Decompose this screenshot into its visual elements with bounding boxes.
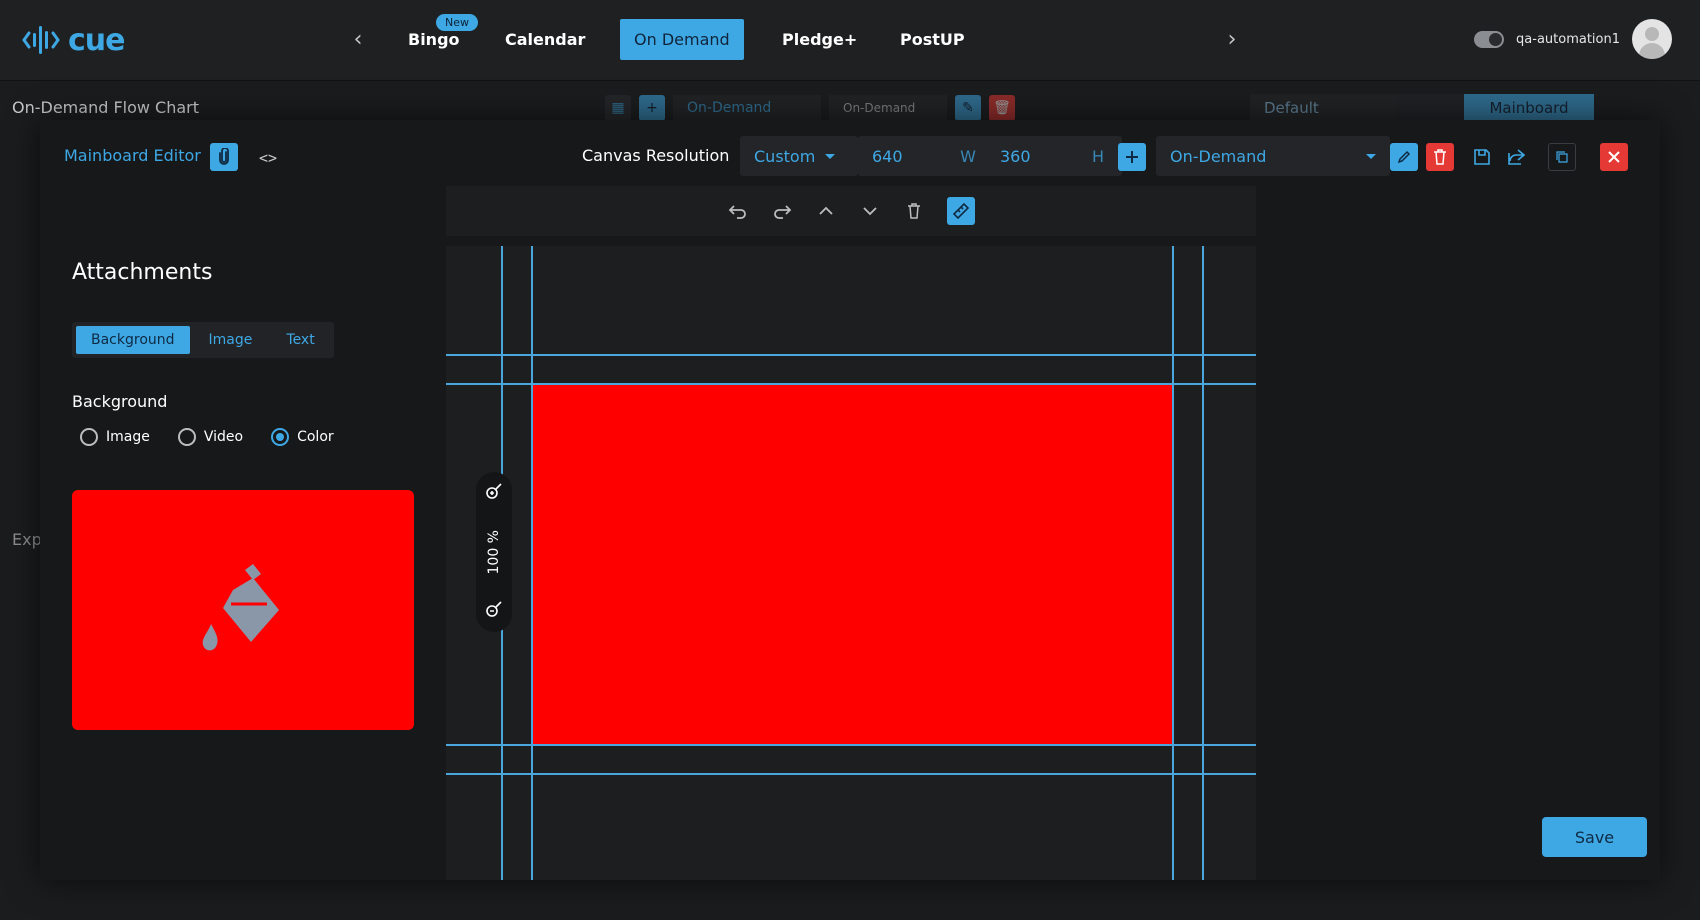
close-button[interactable] [1600,143,1628,171]
attachments-heading: Attachments [72,260,213,285]
mainboard-editor-title[interactable]: Mainboard Editor [64,146,201,165]
radio-color-label: Color [297,429,334,445]
trash-icon [1434,149,1446,165]
color-preview-swatch[interactable] [72,490,414,730]
canvas-background[interactable] [532,385,1172,745]
radio-image-label: Image [106,429,150,445]
background-flow-select: On-Demand [673,95,821,121]
radio-color[interactable]: Color [271,428,334,446]
background-mainboard-button: Mainboard [1464,94,1594,122]
share-icon [1508,149,1526,165]
chevron-up-icon[interactable] [815,200,837,222]
edit-button[interactable] [1390,143,1418,171]
canvas-width-value: 640 [872,146,903,166]
trash-icon[interactable] [903,200,925,222]
guide-line-vertical[interactable] [531,246,533,880]
paperclip-icon [219,148,229,165]
copy-icon [1556,151,1568,163]
nav-prev-arrow-icon[interactable]: ‹ [348,28,368,52]
guide-line-horizontal[interactable] [446,354,1256,356]
avatar[interactable] [1632,19,1672,59]
tab-text[interactable]: Text [271,326,329,354]
background-toolbar: ▦ + On-Demand On-Demand ✎ 🗑 [605,94,1015,122]
top-navigation: cue ‹ New Bingo Calendar On Demand Pledg… [0,0,1700,81]
nav-next-arrow-icon[interactable]: › [1222,28,1242,52]
canvas-height-value: 360 [1000,146,1031,166]
add-button[interactable] [1118,143,1146,171]
close-icon [1608,151,1620,163]
theme-toggle[interactable] [1474,30,1505,48]
grid-icon: ▦ [605,95,631,121]
tab-postup[interactable]: PostUP [900,19,965,60]
code-icon[interactable]: <> [256,146,280,170]
radio-video-circle[interactable] [177,428,196,446]
canvas-width-input[interactable]: 640 W [858,136,994,176]
pencil-icon [1397,150,1411,164]
zoom-control: 100 % [476,472,512,632]
background-flow-select-2: On-Demand [829,95,947,121]
canvas-height-input[interactable]: 360 H [986,136,1122,176]
resolution-preset-value: Custom [754,146,816,166]
undo-icon[interactable] [727,200,749,222]
edit-icon: ✎ [955,95,981,121]
tab-background[interactable]: Background [76,326,190,354]
zoom-out-icon[interactable] [485,600,503,622]
mainboard-editor-modal: Mainboard Editor <> Canvas Resolution Cu… [40,120,1660,880]
audio-wave-icon [22,26,60,54]
tab-pledge-plus[interactable]: Pledge+ [782,19,857,60]
background-exp-label: Exp [12,530,42,549]
canvas-workspace[interactable]: 100 % [446,246,1256,880]
add-icon: + [639,95,665,121]
radio-image-circle[interactable] [80,428,98,446]
radio-image[interactable]: Image [80,428,150,446]
cue-logo[interactable]: cue [22,20,125,60]
tab-image[interactable]: Image [194,326,268,354]
resolution-preset-select[interactable]: Custom [740,136,858,176]
flow-select-value: On-Demand [1170,146,1267,166]
paint-bucket-icon [202,564,279,651]
save-file-icon [1474,149,1490,165]
guide-line-horizontal[interactable] [446,773,1256,775]
duplicate-button[interactable] [1548,143,1576,171]
chevron-down-icon[interactable] [859,200,881,222]
tab-bingo[interactable]: Bingo [408,19,460,60]
redo-icon[interactable] [771,200,793,222]
guide-line-vertical[interactable] [1202,246,1204,880]
guide-line-horizontal[interactable] [446,383,1256,385]
zoom-in-icon[interactable] [485,482,503,504]
radio-video[interactable]: Video [177,428,244,446]
background-default-select: Default [1250,94,1464,122]
modal-header: Mainboard Editor <> Canvas Resolution Cu… [40,120,1660,190]
guide-line-vertical[interactable] [1172,246,1174,880]
zoom-level: 100 % [486,529,502,575]
save-button[interactable]: Save [1542,817,1647,857]
user-area: qa-automation1 [1474,19,1672,59]
chevron-down-icon [1366,153,1376,159]
flow-select[interactable]: On-Demand [1156,136,1390,176]
username: qa-automation1 [1516,31,1620,47]
share-button[interactable] [1502,143,1530,171]
canvas-resolution-label: Canvas Resolution [582,146,730,165]
delete-icon: 🗑 [989,95,1015,121]
ruler-icon[interactable] [947,197,975,225]
radio-video-label: Video [203,429,244,445]
delete-button[interactable] [1426,143,1454,171]
paperclip-button[interactable] [210,143,238,171]
chevron-down-icon [825,153,836,159]
logo-text: cue [68,22,125,58]
radio-color-circle[interactable] [271,428,290,446]
guide-line-horizontal[interactable] [446,744,1256,746]
attachment-type-tabs: Background Image Text [72,322,334,358]
tab-on-demand[interactable]: On Demand [620,19,744,60]
tab-calendar[interactable]: Calendar [505,19,585,60]
canvas-toolbar [446,186,1256,236]
background-section-label: Background [72,392,168,411]
background-type-radio-group: Image Video Color [80,428,350,446]
page-title: On-Demand Flow Chart [12,98,200,117]
plus-icon [1126,151,1138,163]
save-as-button[interactable] [1468,143,1496,171]
